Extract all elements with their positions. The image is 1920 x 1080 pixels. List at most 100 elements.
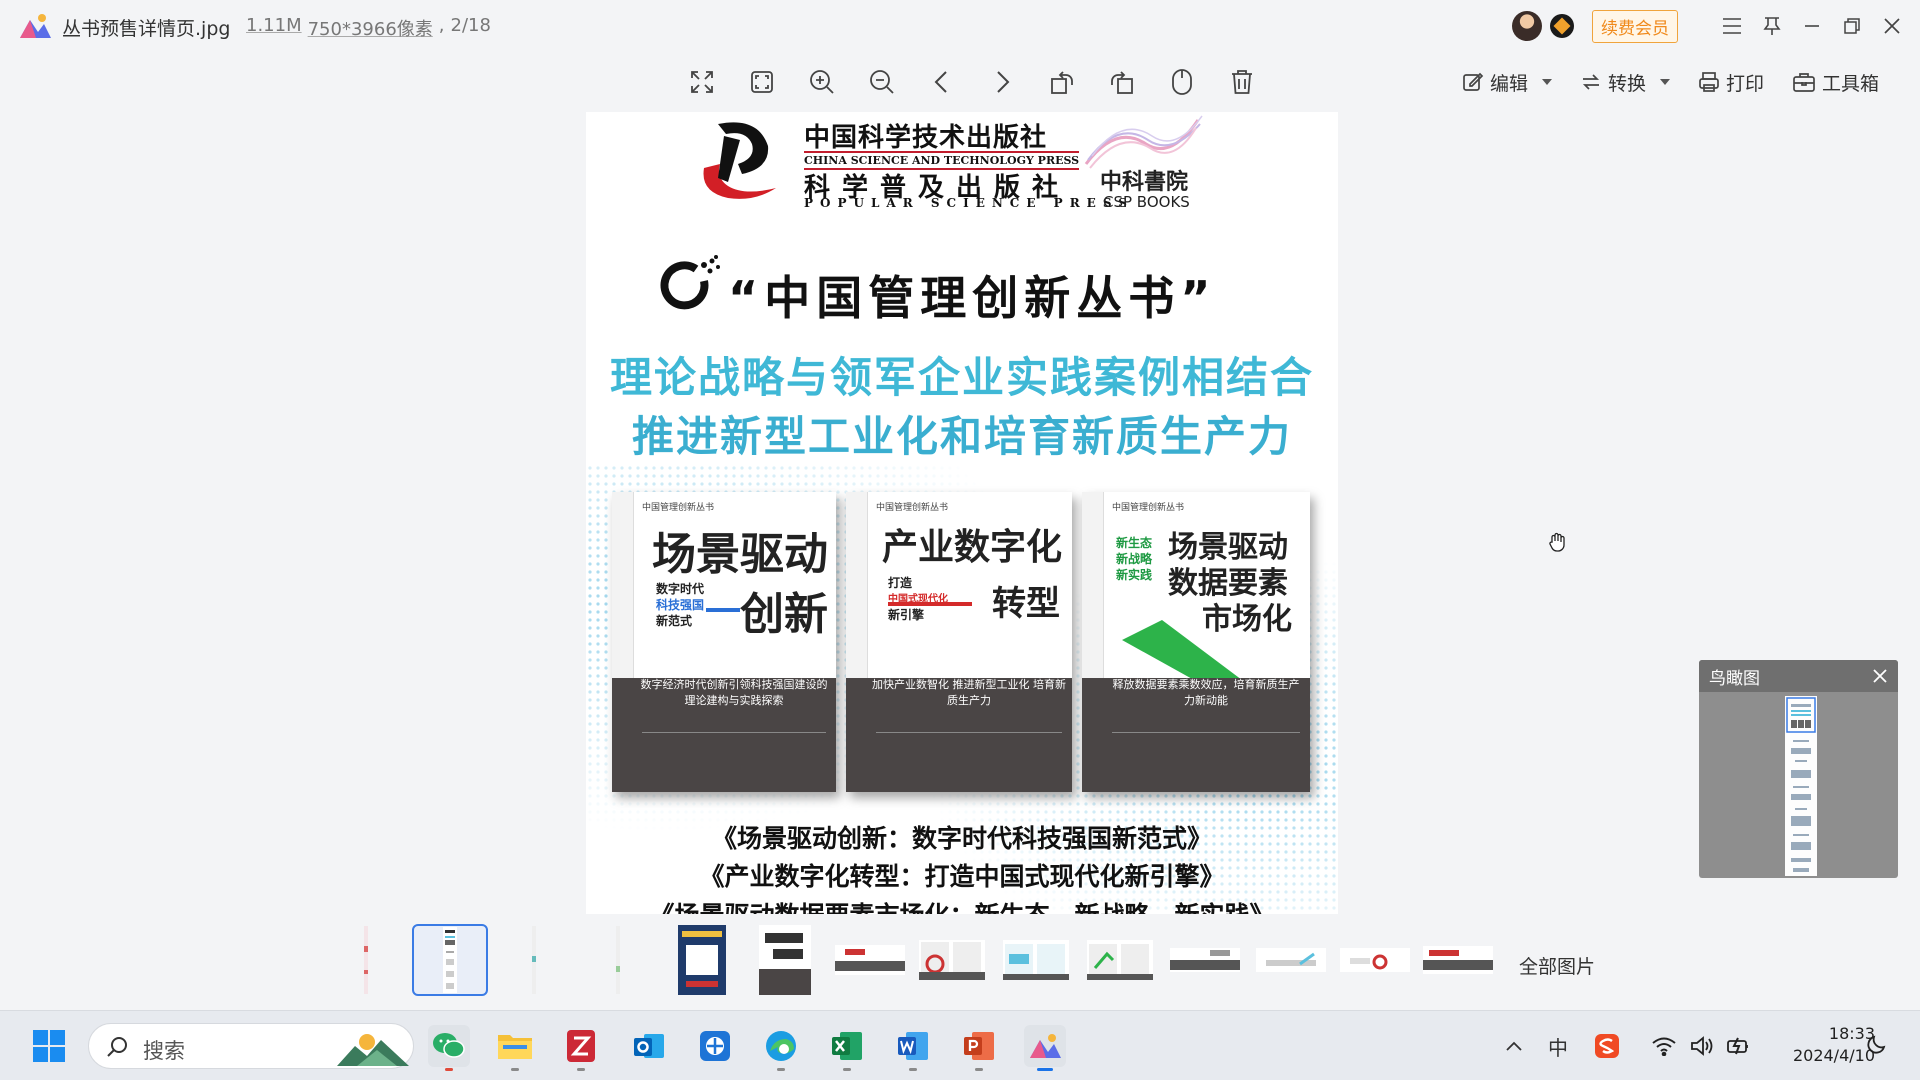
thumbnail-1[interactable] — [358, 924, 374, 996]
book-cover-2: 中国管理创新丛书 产业数字化 打造 中国式现代化 新引擎 转型 加快产业数智化 … — [846, 492, 1072, 792]
volume-button[interactable] — [1684, 1036, 1720, 1056]
thumbnail-14[interactable] — [1422, 924, 1494, 996]
book-authors — [876, 732, 1062, 756]
rotate-right-icon — [1111, 71, 1133, 94]
csp-books-en: CSP BOOKS — [1103, 193, 1190, 211]
pin-button[interactable] — [1752, 8, 1792, 44]
right-tools: 编辑 转换 打印 工具箱 — [1462, 64, 1879, 100]
taskbar: 搜索 中 18:33 2024/4/10 — [0, 1010, 1920, 1080]
trash-icon — [1232, 70, 1252, 94]
word-taskbar-button[interactable] — [892, 1025, 934, 1071]
titlebar-right: 续费会员 — [1512, 8, 1920, 44]
thumbnail-2-selected[interactable] — [412, 924, 488, 996]
delete-button[interactable] — [1212, 62, 1272, 102]
edge-browser-icon — [766, 1031, 796, 1061]
convert-menu[interactable]: 转换 — [1580, 69, 1671, 96]
edge-taskbar-button[interactable] — [760, 1025, 802, 1071]
thumbnail-13[interactable] — [1340, 924, 1410, 996]
previous-button[interactable] — [912, 62, 972, 102]
slogan-line-2: 推进新型工业化和培育新质生产力 — [631, 412, 1292, 461]
store-app-icon — [700, 1031, 730, 1061]
clock[interactable]: 18:33 2024/4/10 — [1775, 1023, 1875, 1067]
battery-button[interactable] — [1720, 1036, 1758, 1056]
thumbnail-12[interactable] — [1256, 924, 1326, 996]
ime-indicator[interactable]: 中 — [1532, 1032, 1584, 1061]
menu-button[interactable] — [1712, 8, 1752, 44]
thumbnail-8[interactable] — [918, 924, 986, 996]
thumbnail-5[interactable] — [676, 924, 728, 996]
thumbnail-image-icon — [1087, 940, 1153, 980]
close-button[interactable] — [1872, 8, 1912, 44]
image-canvas[interactable]: 中国科学技术出版社 CHINA SCIENCE AND TECHNOLOGY P… — [586, 112, 1338, 914]
outlook-taskbar-button[interactable] — [628, 1025, 670, 1067]
sogou-ime-button[interactable] — [1584, 1033, 1630, 1059]
zotero-icon — [567, 1030, 595, 1062]
wechat-icon — [433, 1033, 465, 1058]
taskbar-search-input[interactable]: 搜索 — [88, 1023, 414, 1069]
zotero-taskbar-button[interactable] — [560, 1025, 602, 1071]
wechat-taskbar-button[interactable] — [428, 1025, 470, 1071]
edit-icon — [1463, 72, 1484, 91]
vip-renew-button[interactable]: 续费会员 — [1592, 9, 1678, 43]
powerpoint-taskbar-button[interactable] — [958, 1025, 1000, 1071]
start-button[interactable] — [28, 1025, 70, 1067]
thumbnail-3[interactable] — [528, 924, 540, 996]
show-hidden-icons-button[interactable] — [1496, 1040, 1532, 1052]
thumbnail-image-icon — [678, 925, 726, 995]
zoom-out-icon — [870, 70, 894, 94]
thumbnail-10[interactable] — [1086, 924, 1154, 996]
print-button[interactable]: 打印 — [1698, 69, 1764, 96]
avatar[interactable] — [1512, 11, 1542, 41]
clock-date: 2024/4/10 — [1792, 1046, 1875, 1065]
minimize-button[interactable] — [1792, 8, 1832, 44]
image-viewer-taskbar-button[interactable] — [1024, 1025, 1066, 1071]
fullscreen-button[interactable] — [672, 62, 732, 102]
book-title-2: 创新 — [740, 589, 828, 640]
toolbox-button[interactable]: 工具箱 — [1792, 69, 1879, 96]
wifi-button[interactable] — [1644, 1036, 1684, 1056]
publisher2-name-en: POPULAR SCIENCE PRESS — [804, 196, 1134, 210]
app-logo-icon — [20, 14, 51, 38]
thumbnail-7[interactable] — [834, 924, 906, 996]
rotate-right-button[interactable] — [1092, 62, 1152, 102]
outlook-icon — [634, 1034, 664, 1058]
coin-icon[interactable] — [1550, 14, 1574, 38]
thumbnail-image-icon — [835, 945, 905, 975]
thumbnail-6[interactable] — [758, 924, 812, 996]
book-subtitle-1: 打造 — [888, 576, 913, 590]
excel-taskbar-button[interactable] — [826, 1025, 868, 1071]
series-title: “中国管理创新丛书” — [728, 271, 1217, 325]
caret-down-icon — [1660, 79, 1671, 85]
book-authors — [1112, 732, 1300, 756]
book-tagline: 加快产业数智化 推进新型工业化 培育新质生产力 — [872, 678, 1066, 707]
thumbnail-4[interactable] — [612, 924, 624, 996]
system-tray: 中 — [1496, 1011, 1758, 1080]
birdseye-title: 鸟瞰图 — [1709, 668, 1760, 689]
thumbnail-11[interactable] — [1170, 924, 1240, 996]
rotate-left-button[interactable] — [1032, 62, 1092, 102]
app-taskbar-button[interactable] — [694, 1025, 736, 1067]
file-dimensions[interactable]: 750*3966像素 — [308, 15, 433, 41]
edit-menu[interactable]: 编辑 — [1462, 69, 1553, 96]
zoom-out-button[interactable] — [852, 62, 912, 102]
clock-time: 18:33 — [1828, 1024, 1875, 1043]
close-icon[interactable] — [1870, 666, 1890, 686]
book-series-tag: 中国管理创新丛书 — [876, 503, 949, 513]
next-button[interactable] — [972, 62, 1032, 102]
fit-window-button[interactable] — [732, 62, 792, 102]
file-size[interactable]: 1.11M — [246, 15, 302, 41]
birdseye-panel[interactable]: 鸟瞰图 — [1699, 660, 1898, 878]
restore-button[interactable] — [1832, 8, 1872, 44]
zoom-in-button[interactable] — [792, 62, 852, 102]
birdseye-thumbnail[interactable] — [1785, 696, 1817, 876]
file-explorer-taskbar-button[interactable] — [494, 1025, 536, 1071]
all-images-link[interactable]: 全部图片 — [1519, 952, 1595, 979]
running-indicator — [975, 1068, 983, 1071]
pin-icon — [1763, 17, 1781, 35]
running-indicator — [577, 1068, 585, 1071]
publisher-logo-icon — [703, 122, 776, 199]
do-not-disturb-button[interactable] — [1866, 1033, 1888, 1059]
running-indicator — [511, 1068, 519, 1071]
mouse-mode-button[interactable] — [1152, 62, 1212, 102]
thumbnail-9[interactable] — [1002, 924, 1070, 996]
